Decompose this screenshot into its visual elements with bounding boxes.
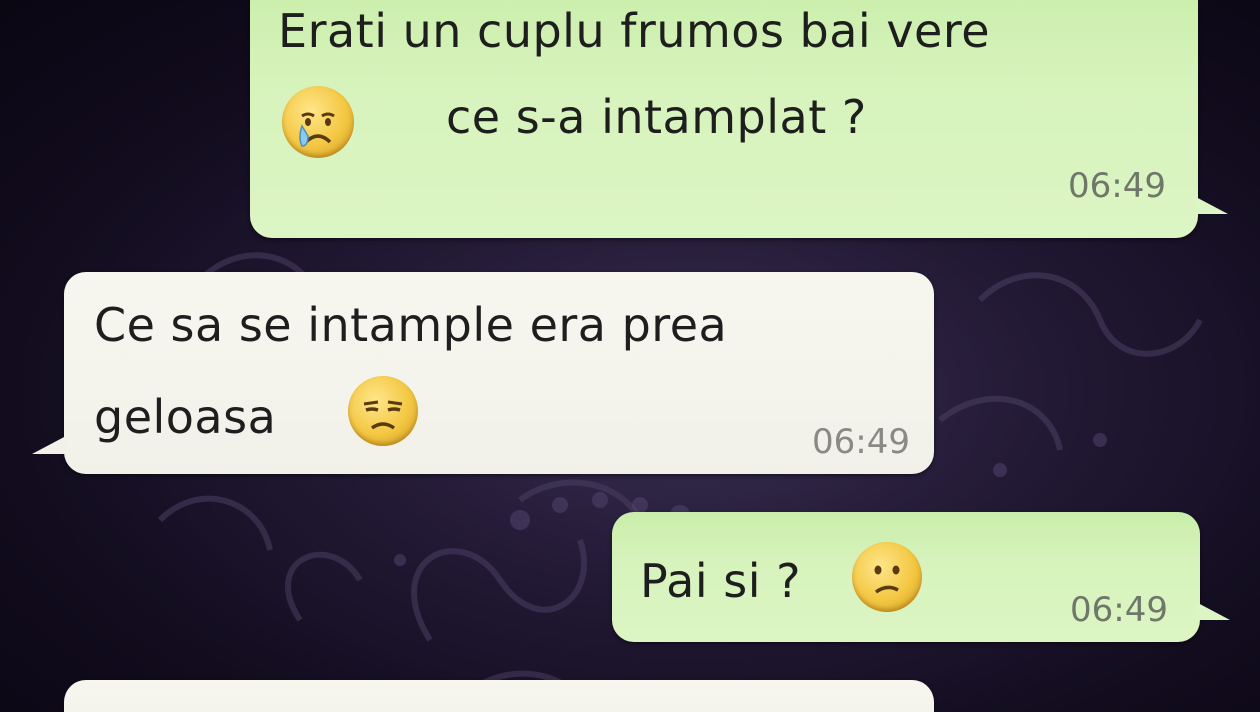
unamused-face-icon (348, 376, 418, 446)
message-timestamp: 06:49 (1070, 590, 1168, 630)
message-timestamp: 06:49 (812, 422, 910, 462)
message-text-line: Erati un cuplu frumos bai vere (278, 4, 991, 58)
crying-face-icon (282, 86, 354, 158)
bubble-tail (32, 436, 66, 454)
message-bubble-incoming[interactable]: Ce sa se intample era prea geloasa 06:49 (64, 272, 934, 474)
message-text-line: Pai si ? (640, 554, 802, 608)
message-bubble-outgoing[interactable]: Erati un cuplu frumos bai vere ce s-a in… (250, 0, 1198, 238)
message-text-line: Ce sa se intample era prea (94, 298, 728, 352)
bubble-tail (1196, 602, 1230, 620)
message-timestamp: 06:49 (1068, 166, 1166, 206)
confused-face-icon (852, 542, 922, 612)
message-text-line: geloasa (94, 390, 277, 444)
bubble-tail (1194, 196, 1228, 214)
message-bubble-incoming[interactable] (64, 680, 934, 712)
message-text-line: ce s-a intamplat ? (446, 90, 867, 144)
message-bubble-outgoing[interactable]: Pai si ? 06:49 (612, 512, 1200, 642)
